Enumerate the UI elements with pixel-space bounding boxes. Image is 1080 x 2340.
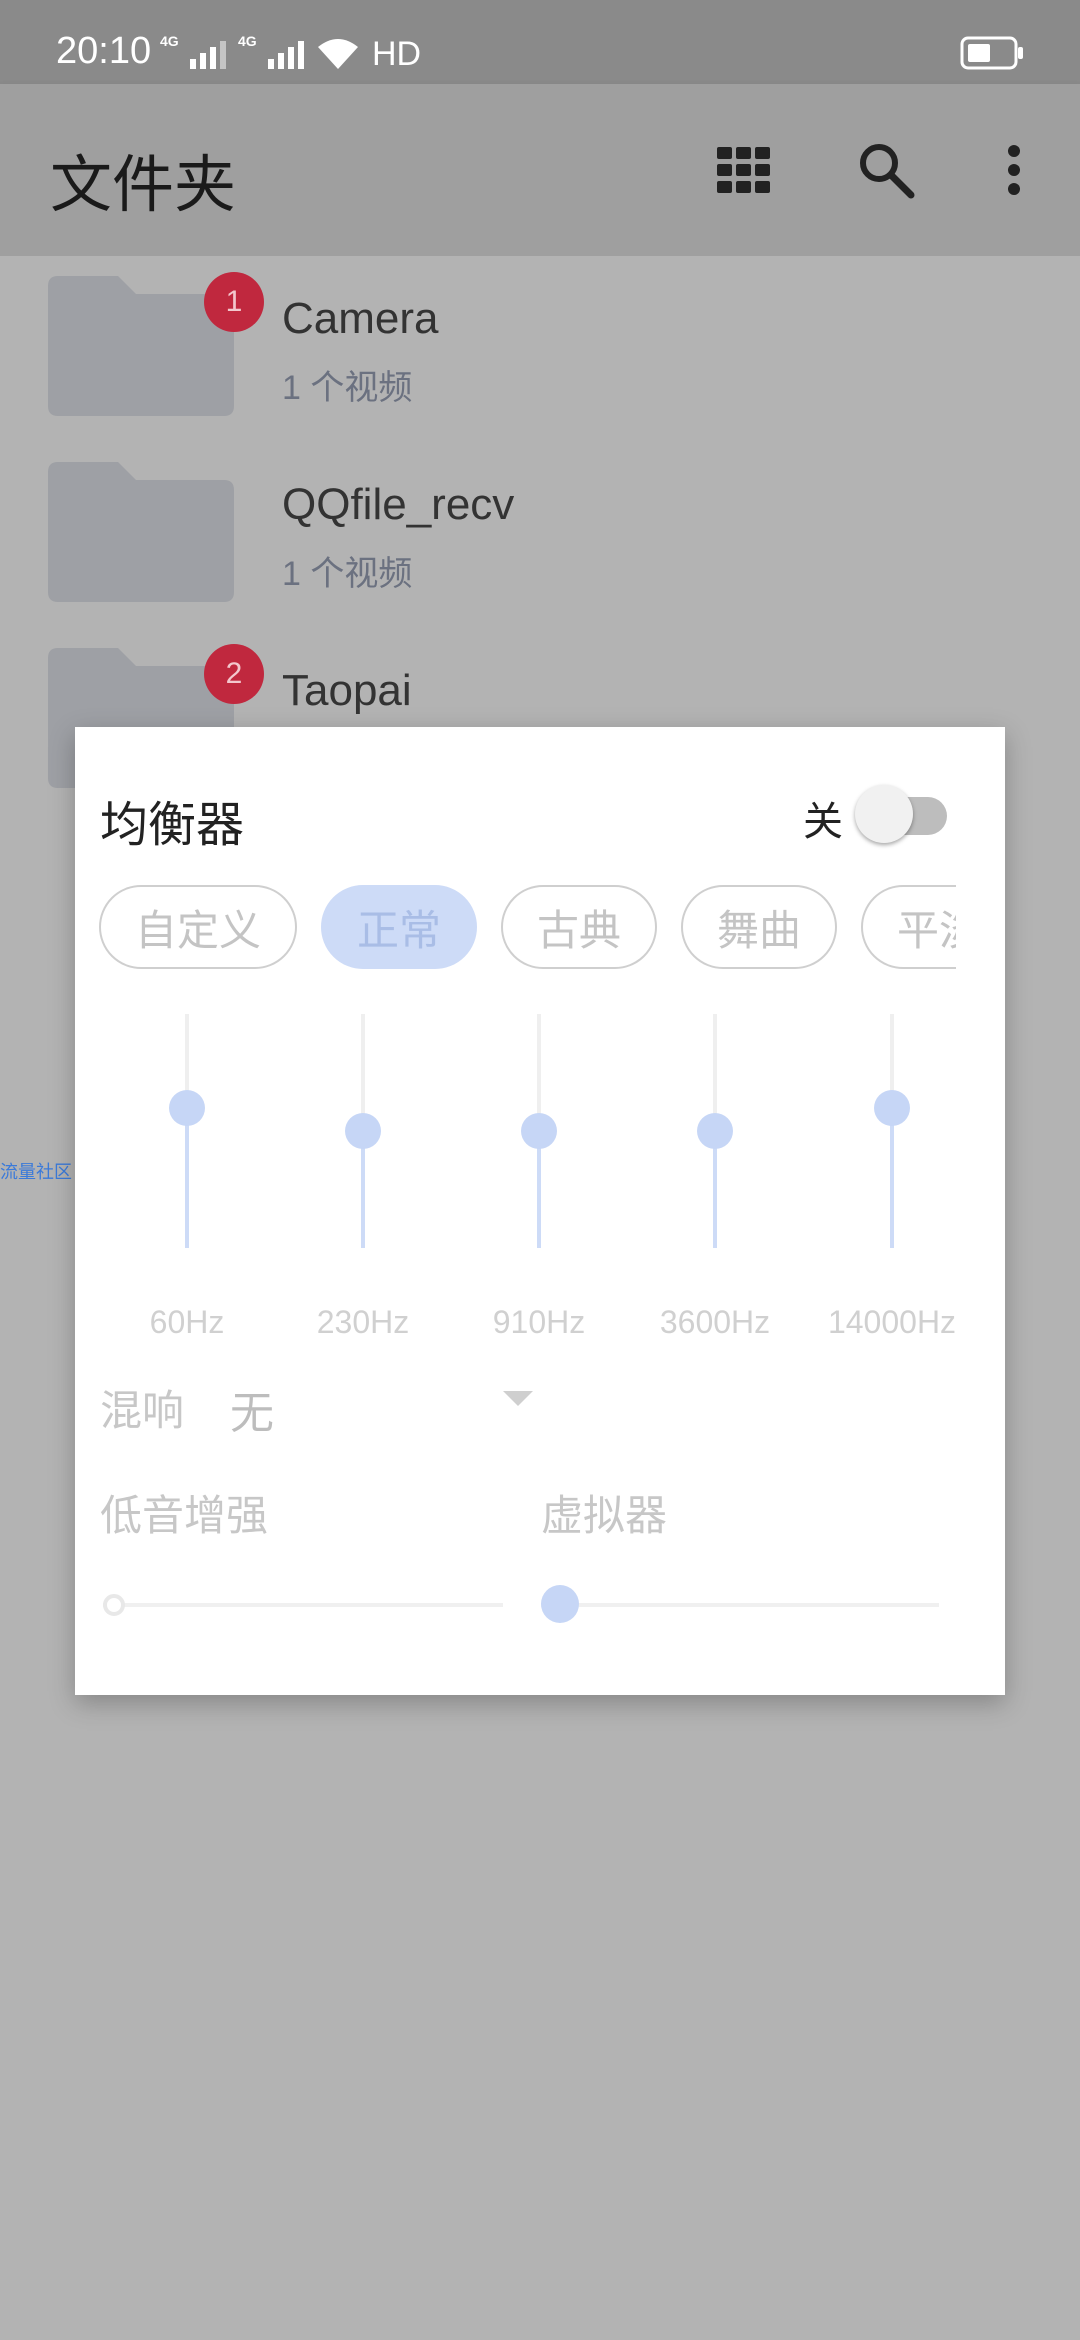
band-slider-3600hz[interactable] [695, 1014, 735, 1248]
reverb-select[interactable]: 无 [230, 1377, 274, 1441]
grid-view-icon[interactable] [710, 136, 778, 204]
preset-dance[interactable]: 舞曲 [681, 885, 837, 969]
slider-thumb[interactable] [697, 1113, 733, 1149]
virtualizer-label: 虚拟器 [541, 1492, 668, 1539]
folder-subtitle: 1 个视频 [282, 369, 413, 407]
slider-thumb[interactable] [874, 1089, 910, 1126]
watermark: 流量社区 [0, 1162, 72, 1182]
preset-custom[interactable]: 自定义 [99, 885, 297, 969]
signal-icon: 4G [160, 33, 226, 69]
dialog-title: 均衡器 [100, 799, 245, 852]
equalizer-toggle[interactable] [855, 785, 955, 845]
equalizer-dialog: 均衡器 关 自定义 正常 古典 舞曲 平淡 60Hz 230Hz 910Hz 3… [75, 727, 1005, 1695]
band-freq-label: 14000Hz [827, 1304, 957, 1340]
bass-boost-slider[interactable] [103, 1585, 503, 1625]
toggle-thumb[interactable] [855, 785, 913, 843]
count-badge: 1 [204, 272, 264, 332]
folder-icon[interactable] [48, 462, 234, 602]
band-slider-230hz[interactable] [343, 1014, 383, 1248]
band-freq-label: 910Hz [492, 1304, 586, 1340]
folder-name[interactable]: QQfile_recv [282, 480, 514, 530]
preset-normal[interactable]: 正常 [321, 885, 477, 969]
hd-label: HD [372, 34, 422, 73]
battery-icon [960, 36, 1024, 70]
page-title: 文件夹 [50, 151, 237, 220]
band-freq-label: 230Hz [316, 1304, 410, 1340]
signal-icon: 4G [238, 33, 304, 69]
slider-thumb[interactable] [103, 1594, 125, 1616]
band-sliders: 60Hz 230Hz 910Hz 3600Hz 14000Hz [75, 1014, 1005, 1364]
folder-subtitle: 1 个视频 [282, 555, 413, 593]
slider-thumb[interactable] [541, 1585, 579, 1623]
folder-name[interactable]: Camera [282, 294, 439, 344]
band-freq-label: 60Hz [149, 1304, 225, 1340]
status-time: 20:10 [56, 30, 152, 72]
app-bar: 文件夹 [0, 84, 1080, 256]
preset-flat[interactable]: 平淡 [861, 885, 956, 969]
band-slider-910hz[interactable] [519, 1014, 559, 1248]
wifi-icon [316, 37, 360, 71]
preset-list: 自定义 正常 古典 舞曲 平淡 [99, 885, 956, 971]
status-icons: 4G 4G HD [160, 33, 422, 74]
band-freq-label: 3600Hz [659, 1304, 771, 1340]
chevron-down-icon[interactable] [503, 1391, 533, 1406]
virtualizer-slider[interactable] [541, 1585, 939, 1625]
slider-thumb[interactable] [169, 1089, 205, 1126]
count-badge: 2 [204, 644, 264, 704]
preset-classical[interactable]: 古典 [501, 885, 657, 969]
toggle-state-label: 关 [803, 800, 843, 844]
reverb-label: 混响 [100, 1387, 185, 1434]
band-slider-60hz[interactable] [167, 1014, 207, 1248]
status-bar: 20:10 4G 4G HD [0, 0, 1080, 84]
folder-name[interactable]: Taopai [282, 666, 412, 716]
slider-thumb[interactable] [521, 1113, 557, 1149]
more-vert-icon[interactable] [980, 136, 1048, 204]
search-icon[interactable] [852, 136, 920, 204]
bass-boost-label: 低音增强 [100, 1492, 269, 1539]
slider-thumb[interactable] [345, 1113, 381, 1149]
band-slider-14000hz[interactable] [872, 1014, 912, 1248]
